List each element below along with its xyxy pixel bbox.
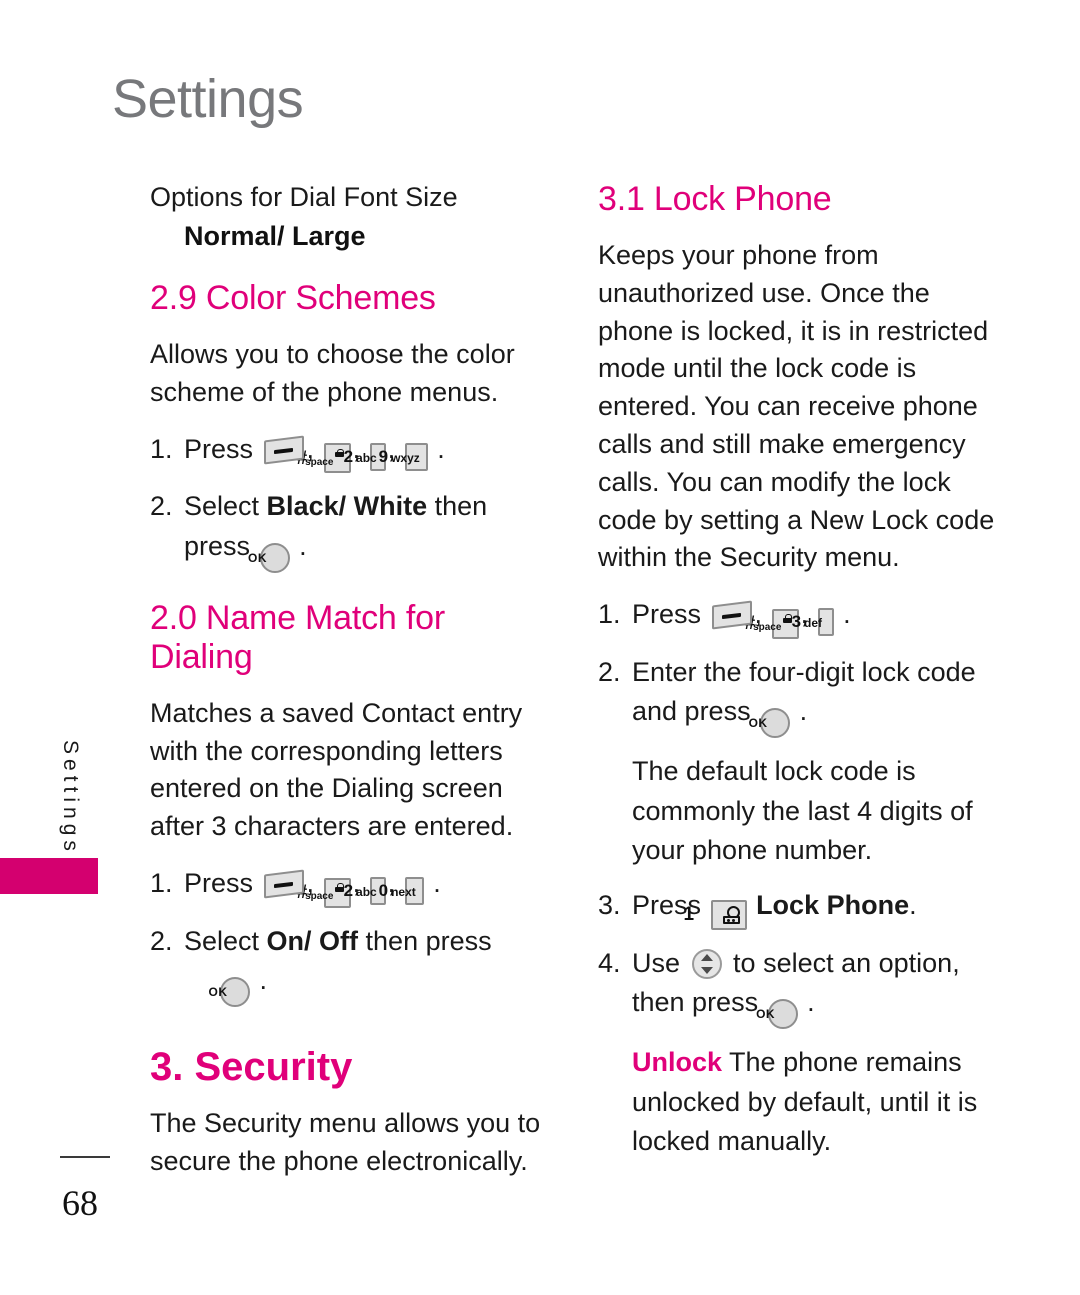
body-name-match: Matches a saved Contact entry with the c… xyxy=(150,697,523,842)
step-number: 1. xyxy=(150,433,173,464)
heading-color-schemes: 2.9 Color Schemes xyxy=(150,279,436,318)
step-color-schemes-2: 2. Select Black/ White then press OK . xyxy=(150,487,550,573)
step-trailing: . xyxy=(909,890,917,921)
step-lock-phone-4: 4. Use to select an option, then press OK… xyxy=(598,944,998,1030)
key-9-wxyz-icon: 9 wxyz xyxy=(379,442,428,471)
option-on-off: On/ Off xyxy=(266,925,359,956)
page-title: Settings xyxy=(112,69,304,129)
step-text-before: Select xyxy=(184,925,267,956)
step-lock-phone-2: 2. Enter the four-digit lock code and pre… xyxy=(598,653,998,739)
right-column: 3.1 Lock Phone Keeps your phone from una… xyxy=(598,180,998,1178)
navigation-key-icon xyxy=(691,948,722,979)
step-text-after: then press xyxy=(358,925,492,956)
step-name-match-2: 2. Select On/ Off then press OK . xyxy=(150,922,550,1007)
step-number: 3. xyxy=(598,890,621,921)
voicemail-icon xyxy=(722,905,740,924)
side-tab-swatch xyxy=(0,858,98,894)
ok-key-icon: OK xyxy=(749,708,791,739)
step-lock-phone-3: 3. Press 1 Lock Phone. xyxy=(598,886,998,930)
step-number: 1. xyxy=(150,868,173,899)
step-color-schemes-1: 1.Press , #space, 2abc, 9wxyz . xyxy=(150,430,550,474)
step-verb: Press xyxy=(184,433,254,464)
ok-key-icon: OK xyxy=(248,542,290,573)
dial-font-size-options-values: Normal/ Large xyxy=(184,220,366,251)
key-0-next-icon: 0 next xyxy=(379,877,424,906)
body-security: The Security menu allows you to secure t… xyxy=(150,1107,541,1176)
body-color-schemes: Allows you to choose the color scheme of… xyxy=(150,339,515,407)
footer-divider xyxy=(60,1156,110,1158)
menu-item-lock-phone: Lock Phone xyxy=(756,890,910,921)
step-trailing: . xyxy=(259,964,268,995)
menu-soft-key-icon xyxy=(263,869,304,899)
body-lock-phone: Keeps your phone from unauthorized use. … xyxy=(598,240,995,573)
step-number: 1. xyxy=(598,599,621,630)
heading-security: 3. Security xyxy=(150,1044,353,1089)
step-verb: Use xyxy=(632,947,681,978)
step-lock-phone-1: 1.Press , #space, 3def . xyxy=(598,595,998,639)
step-number: 4. xyxy=(598,947,621,978)
step-trailing: . xyxy=(299,530,307,561)
side-tab-label: Settings xyxy=(59,740,82,856)
dial-font-size-options-label: Options for Dial Font Size xyxy=(150,182,458,212)
step-name-match-1: 1.Press , #space, 2abc, 0next . xyxy=(150,864,550,908)
page-number: 68 xyxy=(62,1183,98,1223)
note-default-lock-code: The default lock code is commonly the la… xyxy=(632,756,973,865)
step-verb: Press xyxy=(632,599,702,630)
menu-soft-key-icon xyxy=(263,435,304,465)
menu-soft-key-icon xyxy=(711,600,752,630)
step-number: 2. xyxy=(598,656,621,687)
heading-name-match: 2.0 Name Match for Dialing xyxy=(150,598,445,676)
side-tab: Settings xyxy=(0,740,100,894)
ok-key-icon: OK xyxy=(756,999,798,1030)
ok-key-icon: OK xyxy=(209,976,250,1007)
step-number: 2. xyxy=(150,491,173,522)
step-verb: Press xyxy=(184,868,254,899)
step-number: 2. xyxy=(150,925,173,956)
manual-page: Settings Settings 68 Options for Dial Fo… xyxy=(0,0,1080,1295)
heading-lock-phone: 3.1 Lock Phone xyxy=(598,180,832,218)
key-3-def-icon: 3 def xyxy=(792,608,834,637)
unlock-label: Unlock xyxy=(632,1047,723,1078)
step-trailing: . xyxy=(799,696,808,727)
unlock-note: Unlock The phone remains unlocked by def… xyxy=(598,1043,998,1161)
step-text-before: Select xyxy=(184,491,267,522)
step-trailing: . xyxy=(807,987,815,1018)
key-1-voicemail-icon: 1 xyxy=(684,899,747,930)
left-column: Options for Dial Font Size Normal/ Large… xyxy=(150,180,550,1199)
option-black-white: Black/ White xyxy=(266,491,428,522)
